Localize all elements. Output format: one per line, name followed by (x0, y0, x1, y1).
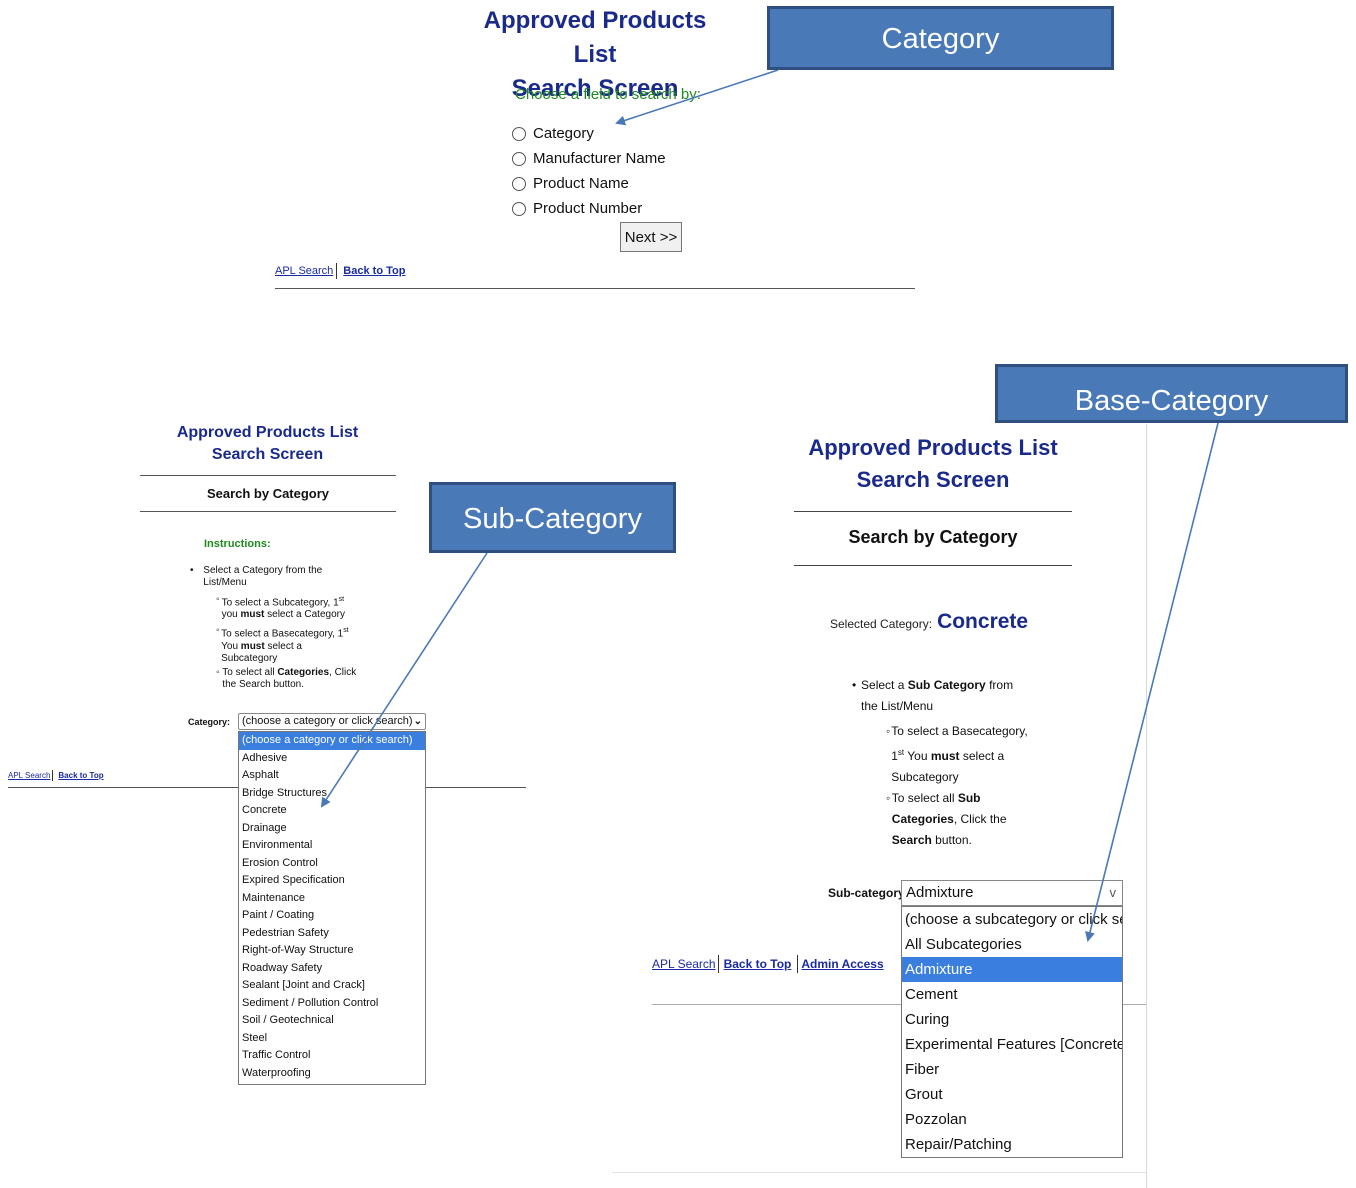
callout-base-category: Base-Category (995, 364, 1348, 423)
callout-sub-category: Sub-Category (429, 482, 676, 553)
callout-category: Category (767, 6, 1114, 70)
callout-arrows (320, 69, 1219, 942)
base-category-arrow (1085, 422, 1219, 942)
sub-category-arrow (320, 552, 488, 808)
category-arrow (615, 69, 779, 126)
